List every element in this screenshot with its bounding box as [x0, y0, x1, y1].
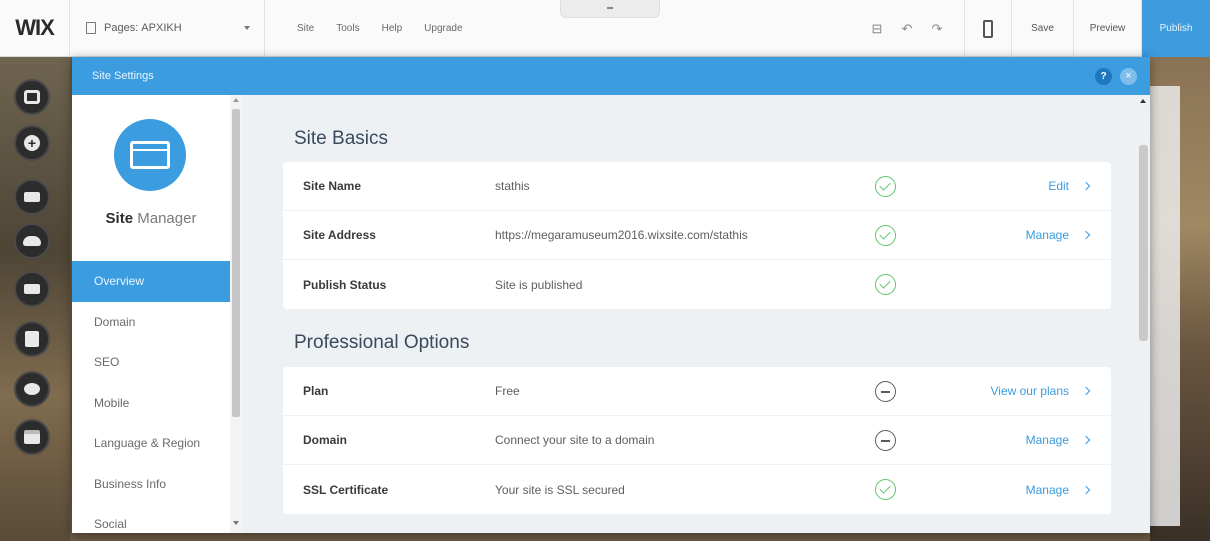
- row-value: Site is published: [495, 277, 583, 292]
- row-label: Domain: [303, 433, 348, 447]
- sidebar-scrollbar[interactable]: [230, 95, 242, 533]
- topbar-actions: ⊟ ↶ ↷ Save Preview Publish: [862, 0, 1210, 57]
- calendar-icon[interactable]: [14, 419, 50, 455]
- site-settings-dialog: Site Settings ? × Site Manager Overview …: [72, 57, 1150, 533]
- store-bag-icon[interactable]: [14, 321, 50, 357]
- app-market-icon[interactable]: [14, 271, 50, 307]
- table-row: Site Name stathis Edit: [283, 162, 1111, 211]
- chevron-right-icon: [1081, 485, 1091, 494]
- phone-icon: [983, 19, 993, 38]
- check-circle-icon: [875, 176, 896, 197]
- pages-dropdown[interactable]: Pages: ΑΡΧΙΚΗ: [70, 0, 265, 57]
- section-title-professional-options: Professional Options: [294, 332, 470, 353]
- site-canvas-strip: [1150, 86, 1180, 526]
- check-circle-icon: [875, 274, 896, 295]
- table-row: Domain Connect your site to a domain Man…: [283, 416, 1111, 465]
- publish-button[interactable]: Publish: [1142, 0, 1210, 57]
- dialog-header: Site Settings ? ×: [72, 57, 1150, 95]
- content-scrollbar[interactable]: [1136, 95, 1150, 533]
- chevron-right-icon: [1081, 435, 1091, 445]
- save-button[interactable]: Save: [1012, 0, 1074, 57]
- settings-nav: Overview Domain SEO Mobile Language & Re…: [72, 261, 230, 533]
- dialog-title: Site Settings: [92, 70, 154, 82]
- professional-options-card: Plan Free View our plans Domain Connect …: [283, 367, 1111, 514]
- row-value: Connect your site to a domain: [495, 433, 655, 447]
- editor-topbar: WIX Pages: ΑΡΧΙΚΗ Site Tools Help Upgrad…: [0, 0, 1210, 57]
- row-label: Publish Status: [303, 277, 387, 292]
- undo-icon[interactable]: ↶: [892, 0, 922, 57]
- chat-icon[interactable]: [14, 371, 50, 407]
- row-value: Free: [495, 384, 520, 398]
- scroll-up-icon[interactable]: [233, 98, 239, 102]
- nav-item-seo[interactable]: SEO: [72, 342, 230, 383]
- help-icon[interactable]: ?: [1095, 68, 1112, 85]
- scroll-down-icon[interactable]: [233, 521, 239, 525]
- chevron-right-icon: [1081, 386, 1091, 396]
- close-icon[interactable]: ×: [1120, 68, 1137, 85]
- sidebar-scroll-thumb[interactable]: [232, 109, 240, 417]
- top-menu: Site Tools Help Upgrade: [265, 0, 485, 57]
- edit-site-name-link[interactable]: Edit: [1048, 179, 1091, 193]
- check-circle-icon: [875, 479, 896, 500]
- menu-tools[interactable]: Tools: [336, 23, 359, 34]
- table-row: Publish Status Site is published: [283, 260, 1111, 309]
- nav-item-social[interactable]: Social: [72, 504, 230, 533]
- site-basics-card: Site Name stathis Edit Site Address http…: [283, 162, 1111, 309]
- menu-site[interactable]: Site: [297, 23, 314, 34]
- scroll-up-icon[interactable]: [1140, 99, 1146, 103]
- row-label: Plan: [303, 384, 329, 398]
- view-plans-link[interactable]: View our plans: [991, 384, 1091, 398]
- row-label: Site Name: [303, 179, 362, 193]
- nav-item-mobile[interactable]: Mobile: [72, 383, 230, 424]
- site-manager-title: Site Manager: [72, 210, 230, 227]
- nav-item-overview[interactable]: Overview: [72, 261, 230, 302]
- pages-icon: [86, 19, 99, 34]
- minus-circle-icon: [875, 381, 896, 402]
- table-row: Site Address https://megaramuseum2016.wi…: [283, 211, 1111, 260]
- row-value: stathis: [495, 179, 530, 193]
- manage-domain-link[interactable]: Manage: [1026, 433, 1091, 447]
- site-manager-title-bold: Site: [105, 210, 134, 227]
- wix-logo[interactable]: WIX: [0, 0, 70, 57]
- row-label: Site Address: [303, 228, 376, 242]
- pages-panel-icon[interactable]: [14, 79, 50, 115]
- nav-item-domain[interactable]: Domain: [72, 302, 230, 343]
- menu-upgrade[interactable]: Upgrade: [424, 23, 462, 34]
- nav-item-language-region[interactable]: Language & Region: [72, 423, 230, 464]
- preview-button[interactable]: Preview: [1074, 0, 1142, 57]
- section-title-site-basics: Site Basics: [294, 128, 388, 149]
- chevron-down-icon: [244, 25, 250, 30]
- zoom-icon[interactable]: ⊟: [862, 0, 892, 57]
- table-row: Plan Free View our plans: [283, 367, 1111, 416]
- redo-icon[interactable]: ↷: [922, 0, 952, 57]
- row-label: SSL Certificate: [303, 482, 389, 497]
- table-row: SSL Certificate Your site is SSL secured…: [283, 465, 1111, 514]
- site-manager-icon: [114, 119, 186, 191]
- pages-label: Pages: ΑΡΧΙΚΗ: [104, 22, 182, 34]
- mobile-view-button[interactable]: [964, 0, 1012, 57]
- editor-tool-rail: +: [0, 57, 70, 541]
- upload-cloud-icon[interactable]: [14, 223, 50, 259]
- add-icon[interactable]: +: [14, 125, 50, 161]
- topbar-drag-handle[interactable]: [560, 0, 660, 18]
- chevron-right-icon: [1081, 181, 1091, 191]
- content-scroll-thumb[interactable]: [1139, 145, 1148, 341]
- nav-item-business-info[interactable]: Business Info: [72, 464, 230, 505]
- menu-help[interactable]: Help: [382, 23, 403, 34]
- manage-site-address-link[interactable]: Manage: [1026, 228, 1091, 242]
- check-circle-icon: [875, 225, 896, 246]
- site-manager-title-light: Manager: [137, 210, 197, 227]
- chevron-right-icon: [1081, 230, 1091, 240]
- minus-circle-icon: [875, 430, 896, 451]
- manage-ssl-link[interactable]: Manage: [1026, 483, 1091, 497]
- row-value: Your site is SSL secured: [495, 482, 625, 497]
- settings-sidebar: Site Manager Overview Domain SEO Mobile …: [72, 95, 230, 533]
- row-value: https://megaramuseum2016.wixsite.com/sta…: [495, 228, 748, 242]
- background-icon[interactable]: [14, 179, 50, 215]
